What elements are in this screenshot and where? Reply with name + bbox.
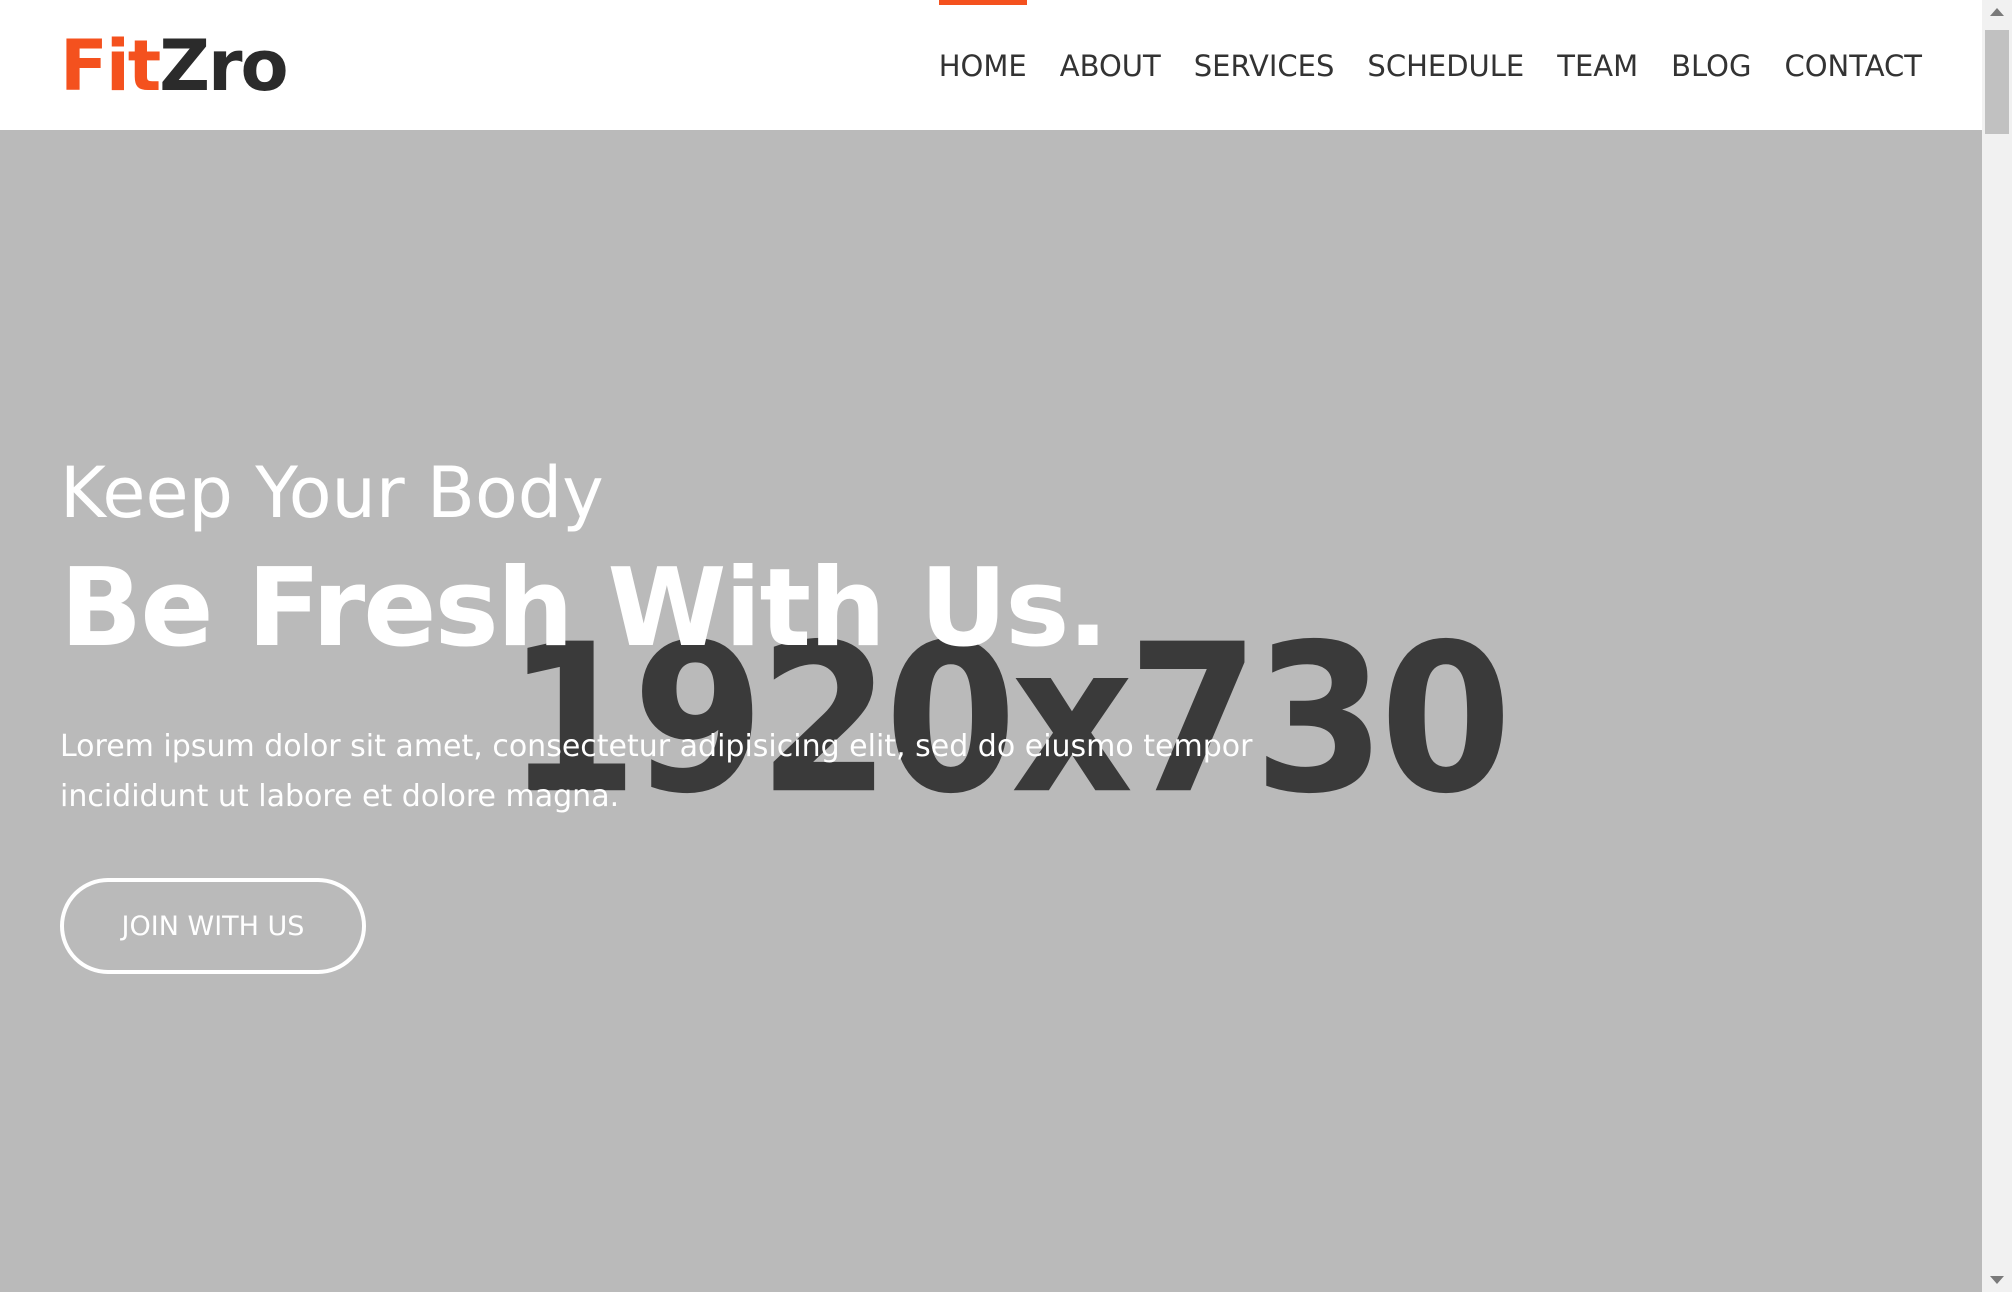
join-with-us-button[interactable]: JOIN WITH US: [60, 878, 366, 974]
hero-content: Keep Your Body Be Fresh With Us. Lorem i…: [60, 448, 1330, 852]
nav-item-home[interactable]: HOME: [938, 0, 1027, 88]
vertical-scrollbar[interactable]: [1982, 0, 2012, 1292]
nav-item-schedule[interactable]: SCHEDULE: [1367, 0, 1524, 88]
nav-item-contact[interactable]: CONTACT: [1784, 0, 1922, 88]
nav-item-team[interactable]: TEAM: [1557, 0, 1638, 88]
logo-fit: Fit: [60, 25, 161, 107]
logo[interactable]: FitZro: [60, 25, 289, 107]
hero-subtitle: Keep Your Body: [60, 452, 604, 534]
site-header: FitZro HOME ABOUT SERVICES SCHEDULE TEAM…: [0, 0, 1982, 130]
nav-item-blog[interactable]: BLOG: [1671, 0, 1751, 88]
scrollbar-thumb[interactable]: [1985, 30, 2009, 134]
page-viewport: FitZro HOME ABOUT SERVICES SCHEDULE TEAM…: [0, 0, 1982, 1292]
nav-item-services[interactable]: SERVICES: [1194, 0, 1335, 88]
hero-section: 1920x730 Keep Your Body Be Fresh With Us…: [0, 130, 1982, 1292]
main-nav: HOME ABOUT SERVICES SCHEDULE TEAM BLOG C…: [906, 0, 1922, 130]
logo-zro: Zro: [159, 25, 288, 107]
nav-item-about[interactable]: ABOUT: [1060, 0, 1161, 88]
hero-title: Be Fresh With Us.: [60, 546, 1109, 671]
scroll-down-arrow-icon[interactable]: [1982, 1268, 2012, 1292]
scroll-up-arrow-icon[interactable]: [1982, 0, 2012, 24]
hero-description: Lorem ipsum dolor sit amet, consectetur …: [60, 729, 1253, 814]
